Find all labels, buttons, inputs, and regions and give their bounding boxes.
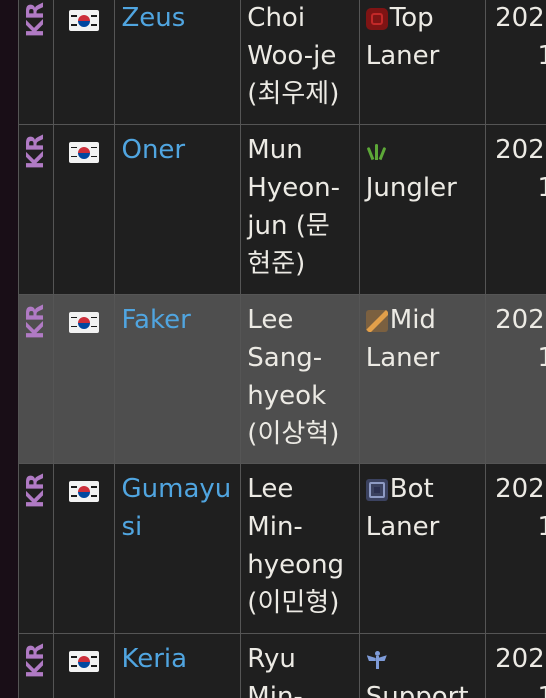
flag-cell [53,633,116,698]
role-label: Support [365,682,469,698]
join-date-cell: 2024-11-18 [484,463,546,635]
table-row[interactable]: KR Keria Ryu Min-seok [18,633,546,698]
table-row[interactable]: KR Zeus Choi Woo-je (최우제) Top Laner 202 … [18,0,546,125]
role-content: Support [366,641,479,698]
kr-flag-icon [69,10,100,31]
roster-table-viewport[interactable]: KR Zeus Choi Woo-je (최우제) Top Laner 202 … [18,0,546,698]
country-code-label: KR [22,2,49,38]
kr-flag-icon [69,481,100,503]
bot-lane-icon [365,479,388,502]
player-name-cell: Choi Woo-je (최우제) [240,0,360,125]
country-code-label: KR [22,303,49,340]
player-link[interactable]: Zeus [121,3,185,33]
player-role-cell: Bot Laner [358,463,486,635]
roster-table-body: KR Zeus Choi Woo-je (최우제) Top Laner 202 … [18,0,546,698]
table-row[interactable]: KR Faker Lee Sang-hyeok (이상혁) Mid Laner … [18,293,546,465]
kr-flag-icon [69,651,100,673]
country-code-label: KR [22,133,49,170]
support-icon [366,649,388,671]
player-id-cell[interactable]: Faker [114,293,242,465]
player-link[interactable]: Faker [121,305,190,335]
player-role-cell: Jungler [358,123,486,295]
join-date-cell: 2025-11-17 [484,293,546,465]
flag-cell [53,463,116,635]
role-content: Jungler [366,132,479,208]
kr-flag-icon [69,311,100,333]
country-cell: KR [18,463,55,635]
player-link[interactable]: Oner [121,135,185,165]
country-cell: KR [18,293,55,465]
flag-cell [53,123,116,295]
top-lane-icon [365,8,388,30]
player-id-cell[interactable]: Zeus [114,0,242,125]
player-id-cell[interactable]: Keria [114,633,242,698]
player-role-cell: Top Laner [358,0,486,125]
player-link[interactable]: Gumayusi [121,474,231,542]
role-label: Jungler [365,172,457,203]
player-id-cell[interactable]: Gumayusi [114,463,242,635]
team-roster-table: KR Zeus Choi Woo-je (최우제) Top Laner 202 … [18,0,546,698]
player-name-cell: Lee Sang-hyeok (이상혁) [240,293,360,465]
table-row[interactable]: KR Gumayusi Lee Min-hyeong (이민형) Bot Lan… [18,463,546,635]
player-name-cell: Mun Hyeon-jun (문현준) [240,123,360,295]
mid-lane-icon [365,309,388,332]
player-role-cell: Mid Laner [358,293,486,465]
jungle-icon [366,140,388,162]
flag-cell [53,293,116,465]
country-cell: KR [18,0,55,125]
join-date-cell: 2024-11-18 [484,123,546,295]
join-date-cell: 2024-11-18 [484,633,546,698]
player-name-cell: Lee Min-hyeong (이민형) [240,463,360,635]
kr-flag-icon [69,141,100,163]
role-content: Top Laner [365,0,479,76]
country-code-label: KR [22,643,49,679]
country-cell: KR [18,123,55,295]
table-row[interactable]: KR Oner Mun Hyeon-jun (문현준) Jungler 202 … [18,123,546,295]
country-code-label: KR [22,473,49,510]
join-date-cell: 2024-11-18 [484,0,546,125]
player-name-cell: Ryu Min-seok [240,633,360,698]
player-role-cell: Support [358,633,486,698]
player-link[interactable]: Keria [121,644,187,674]
country-cell: KR [18,633,55,698]
role-content: Bot Laner [365,471,479,547]
role-content: Mid Laner [365,302,479,378]
page-root: KR Zeus Choi Woo-je (최우제) Top Laner 202 … [0,0,546,698]
flag-cell [53,0,116,125]
player-id-cell[interactable]: Oner [114,123,242,295]
